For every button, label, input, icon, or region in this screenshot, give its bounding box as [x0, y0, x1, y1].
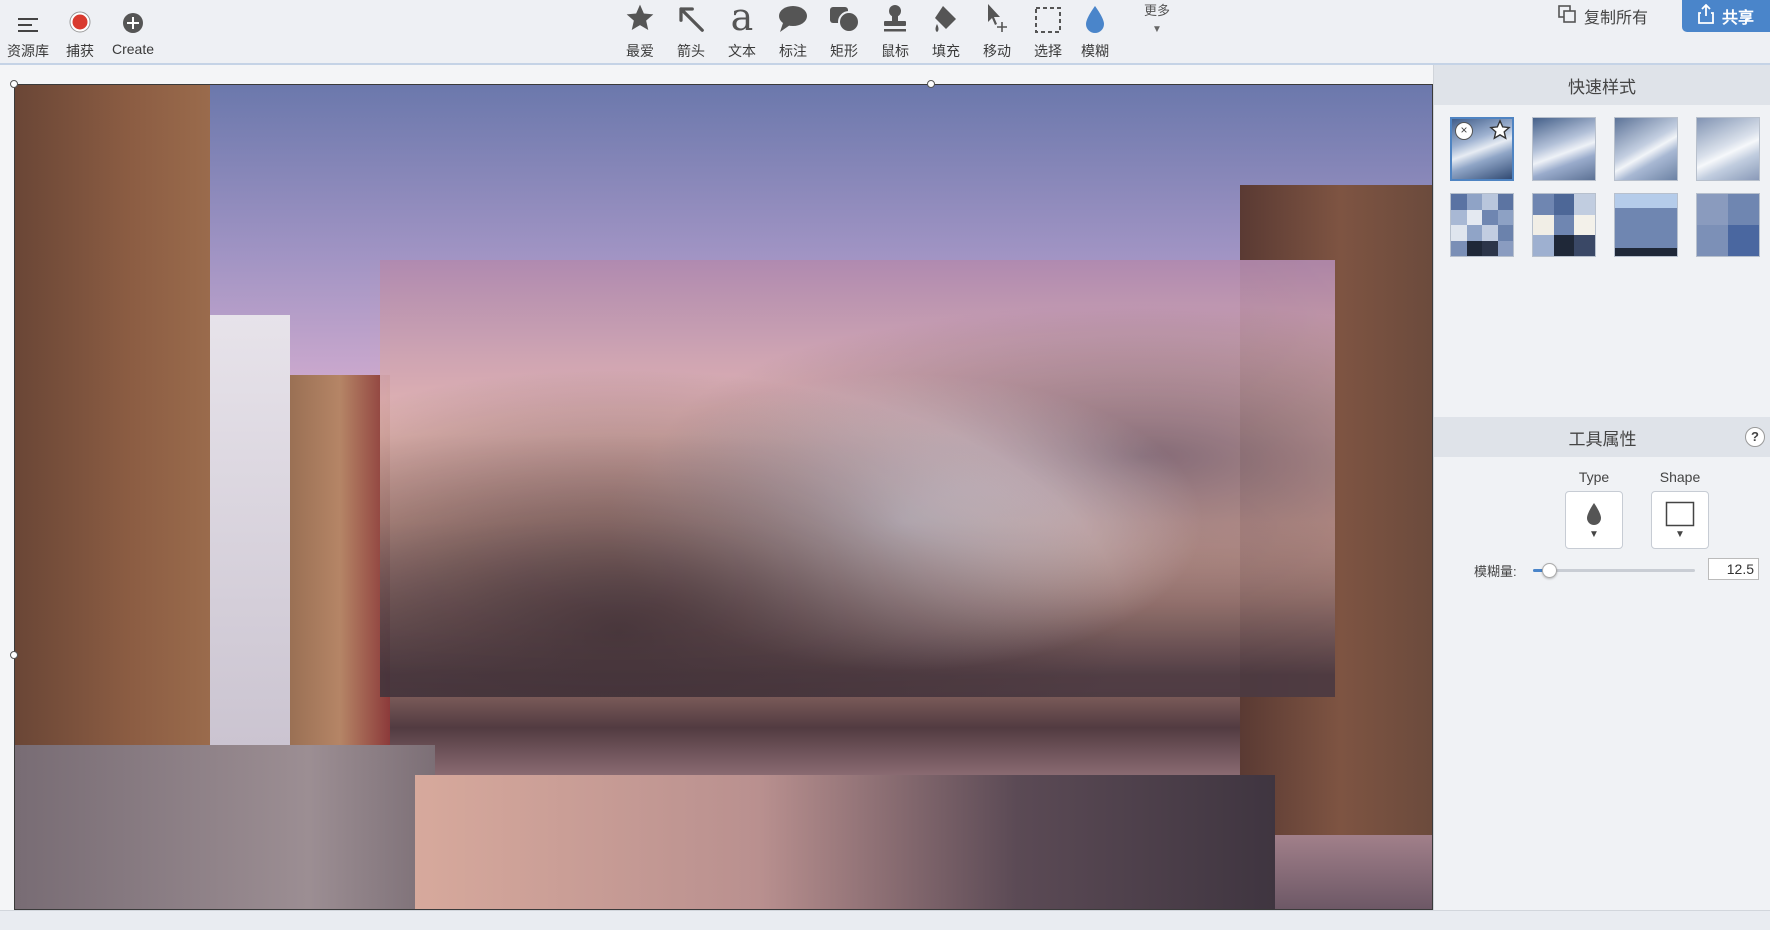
tool-arrow[interactable]: 箭头 [669, 0, 713, 62]
tool-move-label: 移动 [983, 43, 1011, 59]
blur-amount-slider[interactable] [1533, 563, 1695, 578]
type-dropdown[interactable]: ▼ [1565, 491, 1623, 549]
quick-styles-grid: × [1434, 105, 1770, 257]
capture-button[interactable]: 捕获 [58, 0, 102, 62]
share-icon [1698, 3, 1714, 29]
image-building-left [15, 85, 210, 745]
blur-amount-label: 模糊量: [1474, 564, 1517, 579]
blur-amount-knob[interactable] [1542, 563, 1558, 578]
quick-style-pixelate-2[interactable] [1532, 193, 1596, 257]
quick-style-blur-4[interactable] [1696, 117, 1760, 181]
share-button[interactable]: 共享 [1682, 0, 1770, 32]
tool-shape[interactable]: 矩形 [822, 0, 866, 62]
status-bar [0, 910, 1770, 930]
tool-select[interactable]: 选择 [1026, 0, 1070, 62]
image-street [15, 745, 435, 909]
tool-stamp-label: 鼠标 [881, 43, 909, 59]
library-button[interactable]: 资源库 [4, 0, 52, 62]
create-label: Create [111, 41, 155, 57]
tool-favorites[interactable]: 最爱 [618, 0, 662, 62]
image-building-white [210, 315, 290, 775]
tool-properties-header: 工具属性 ? [1434, 417, 1770, 457]
create-button[interactable]: Create [108, 0, 158, 62]
tool-blur-label: 模糊 [1081, 43, 1109, 59]
tool-callout-label: 标注 [779, 43, 807, 59]
blur-amount-input[interactable] [1708, 558, 1759, 580]
copy-icon [1557, 4, 1577, 29]
quick-style-blur-2[interactable] [1532, 117, 1596, 181]
tool-arrow-label: 箭头 [677, 43, 705, 59]
image-building-gables [290, 375, 390, 770]
quick-style-blur-1[interactable]: × [1450, 117, 1514, 181]
type-property: Type ▼ [1564, 469, 1624, 549]
chevron-down-icon: ▼ [1589, 528, 1599, 540]
tool-shape-label: 矩形 [830, 43, 858, 59]
selection-handle-left[interactable] [10, 651, 18, 659]
record-icon [58, 0, 102, 34]
tool-properties-title: 工具属性 [1568, 429, 1637, 449]
move-icon [975, 0, 1019, 34]
blur-region[interactable] [380, 260, 1335, 697]
selection-handle-top-left[interactable] [10, 80, 18, 88]
close-icon[interactable]: × [1455, 122, 1473, 140]
shape-label: Shape [1659, 469, 1701, 485]
side-panel: 快速样式 × 工具属性 ? Type ▼ Shape ▼ 模糊量: 12.5 [1433, 65, 1770, 910]
tool-stamp[interactable]: 鼠标 [873, 0, 917, 62]
quick-style-pixelate-3[interactable] [1614, 193, 1678, 257]
shape-dropdown[interactable]: ▼ [1651, 491, 1709, 549]
chevron-down-icon: ▼ [1675, 528, 1685, 540]
copy-all-label: 复制所有 [1584, 10, 1649, 27]
menu-icon [6, 0, 50, 34]
share-label: 共享 [1721, 10, 1754, 27]
tool-blur[interactable]: 模糊 [1073, 0, 1117, 62]
stamp-icon [873, 0, 917, 34]
star-icon [618, 0, 662, 34]
quick-style-pixelate-4[interactable] [1696, 193, 1760, 257]
quick-style-blur-3[interactable] [1614, 117, 1678, 181]
library-label: 资源库 [7, 43, 49, 59]
help-icon[interactable]: ? [1745, 427, 1765, 447]
tool-fill-label: 填充 [932, 43, 960, 59]
type-label: Type [1578, 469, 1610, 485]
arrow-icon [669, 0, 713, 34]
tool-move[interactable]: 移动 [975, 0, 1019, 62]
quick-styles-header: 快速样式 [1434, 65, 1770, 105]
blur-drop-icon [1073, 0, 1117, 34]
callout-icon [771, 0, 815, 34]
plus-circle-icon [111, 0, 155, 34]
tool-select-label: 选择 [1034, 43, 1062, 59]
capture-label: 捕获 [66, 43, 94, 59]
app-window: 资源库 捕获 Create 最爱 箭头 a 文本 标注 矩形 鼠标 填充 移动 … [0, 0, 1770, 930]
chevron-down-icon: ▼ [1152, 24, 1162, 35]
edited-image[interactable] [14, 84, 1433, 910]
tool-text-label: 文本 [728, 43, 756, 59]
text-icon: a [730, 0, 754, 39]
shapes-icon [822, 0, 866, 34]
blur-drop-icon [1587, 502, 1601, 525]
star-outline-icon[interactable] [1489, 119, 1511, 141]
more-label: 更多 [1143, 3, 1170, 18]
select-icon [1026, 0, 1070, 34]
selection-handle-top[interactable] [927, 80, 935, 88]
blur-amount-row: 模糊量: [1434, 558, 1770, 582]
quick-styles-title: 快速样式 [1568, 77, 1636, 97]
image-canal [415, 775, 1275, 909]
tool-callout[interactable]: 标注 [771, 0, 815, 62]
tool-text[interactable]: a 文本 [720, 0, 764, 62]
fill-icon [924, 0, 968, 34]
tool-fill[interactable]: 填充 [924, 0, 968, 62]
more-tools-button[interactable]: 更多 ▼ [1140, 0, 1174, 35]
tool-favorites-label: 最爱 [626, 43, 654, 59]
rectangle-icon [1665, 501, 1695, 526]
copy-all-button[interactable]: 复制所有 [1557, 2, 1648, 30]
quick-style-pixelate-1[interactable] [1450, 193, 1514, 257]
toolbar: 资源库 捕获 Create 最爱 箭头 a 文本 标注 矩形 鼠标 填充 移动 … [0, 0, 1770, 65]
shape-property: Shape ▼ [1650, 469, 1710, 549]
canvas-area[interactable] [0, 65, 1433, 910]
